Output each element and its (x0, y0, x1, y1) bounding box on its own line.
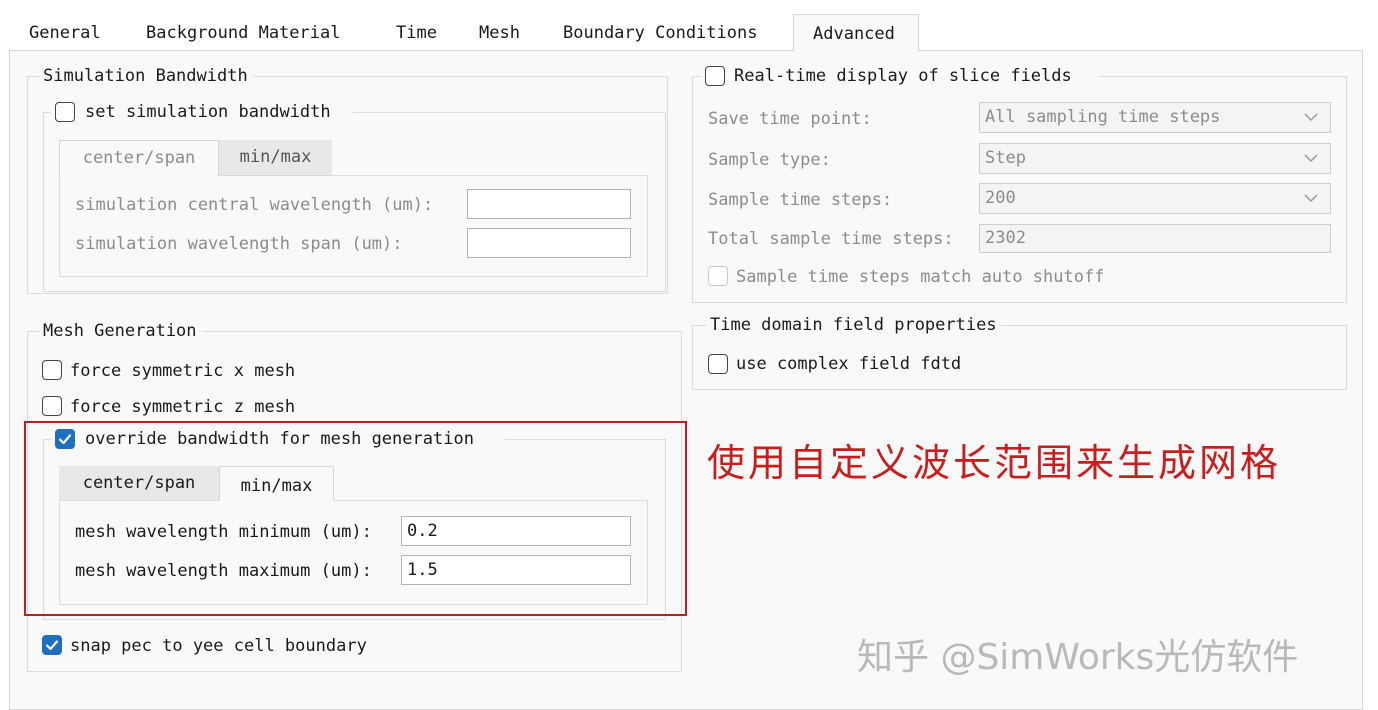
force-symmetric-z-label: force symmetric z mesh (70, 397, 296, 417)
sample-type-value: Step (985, 148, 1026, 168)
save-time-point-select[interactable]: All sampling time steps (979, 102, 1331, 133)
save-time-point-label: Save time point: (708, 109, 872, 129)
realtime-display-checkbox[interactable] (705, 66, 725, 86)
central-wavelength-label: simulation central wavelength (um): (75, 195, 434, 215)
chevron-down-icon (1304, 194, 1318, 203)
realtime-display-label: Real-time display of slice fields (734, 66, 1072, 86)
match-shutoff-checkbox[interactable] (708, 266, 728, 286)
snap-pec-label: snap pec to yee cell boundary (70, 636, 367, 656)
check-icon (45, 640, 59, 651)
sample-type-select[interactable]: Step (979, 143, 1331, 174)
bw-subtab-min-max[interactable]: min/max (219, 140, 332, 176)
set-bandwidth-label: set simulation bandwidth (85, 102, 331, 122)
total-sample-steps-label: Total sample time steps: (708, 229, 954, 249)
simulation-bandwidth-title: Simulation Bandwidth (40, 65, 253, 87)
snap-pec-checkbox[interactable] (42, 635, 62, 655)
mesh-subtab-min-max[interactable]: min/max (219, 466, 334, 501)
match-shutoff-label: Sample time steps match auto shutoff (736, 267, 1105, 287)
watermark-text: 知乎 @SimWorks光仿软件 (857, 637, 1299, 678)
tab-time[interactable]: Time (396, 20, 437, 50)
central-wavelength-input[interactable] (467, 189, 631, 219)
force-symmetric-z-checkbox[interactable] (42, 396, 62, 416)
tab-background-material[interactable]: Background Material (146, 20, 340, 50)
annotation-text: 使用自定义波长范围来生成网格 (707, 441, 1282, 485)
force-symmetric-x-label: force symmetric x mesh (70, 361, 296, 381)
save-time-point-value: All sampling time steps (985, 107, 1221, 127)
bw-subtab-center-span[interactable]: center/span (59, 140, 219, 176)
total-sample-steps-input[interactable]: 2302 (979, 224, 1331, 253)
complex-field-label: use complex field fdtd (736, 354, 962, 374)
tab-mesh[interactable]: Mesh (479, 20, 520, 50)
sample-time-steps-label: Sample time steps: (708, 190, 893, 210)
force-symmetric-x-checkbox[interactable] (42, 360, 62, 380)
time-domain-title: Time domain field properties (706, 314, 1001, 336)
set-bandwidth-checkbox[interactable] (55, 102, 75, 122)
tab-bar: General Background Material Time Mesh Bo… (0, 0, 1378, 51)
complex-field-checkbox[interactable] (708, 354, 728, 374)
sample-time-steps-value: 200 (985, 188, 1016, 208)
chevron-down-icon (1304, 113, 1318, 122)
wavelength-span-label: simulation wavelength span (um): (75, 234, 403, 254)
sample-time-steps-select[interactable]: 200 (979, 183, 1331, 214)
sample-type-label: Sample type: (708, 150, 831, 170)
tab-general[interactable]: General (29, 20, 101, 50)
wavelength-span-input[interactable] (467, 228, 631, 258)
tab-advanced[interactable]: Advanced (793, 14, 919, 51)
tab-boundary-conditions[interactable]: Boundary Conditions (563, 20, 757, 50)
mesh-generation-title: Mesh Generation (40, 320, 202, 342)
chevron-down-icon (1304, 154, 1318, 163)
highlight-box (24, 421, 687, 616)
